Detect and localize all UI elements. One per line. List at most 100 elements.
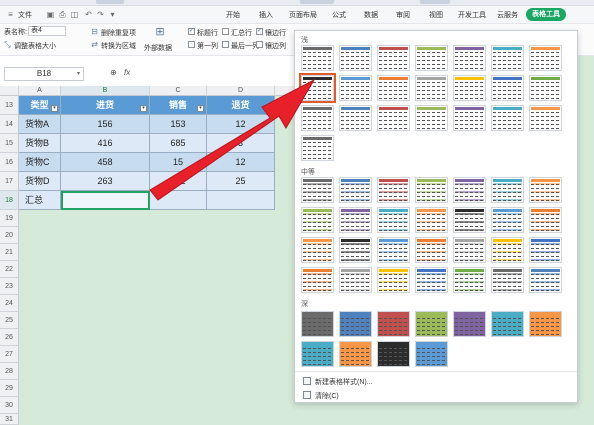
table-style-swatch[interactable] [529,237,562,263]
table-style-swatch[interactable] [339,105,372,131]
table-cell[interactable]: 263 [61,172,150,191]
table-style-swatch[interactable] [301,105,334,131]
external-data-button[interactable]: 外部数据 [144,43,172,53]
table-cell[interactable]: 458 [61,153,150,172]
new-table-style-item[interactable]: 新建表格样式(N)... [303,377,373,387]
filter-dropdown-icon[interactable]: ▾ [140,105,147,112]
tab-formulas[interactable]: 公式 [332,10,346,20]
table-style-swatch[interactable] [529,311,562,337]
table-style-swatch[interactable] [415,311,448,337]
banded-rows-checkbox[interactable]: ✓ [256,28,263,35]
table-style-swatch[interactable] [377,105,410,131]
table-cell[interactable]: 542 [150,172,207,191]
file-menu[interactable]: 文件 [18,10,32,20]
table-style-swatch[interactable] [339,207,372,233]
table-cell[interactable]: 156 [61,115,150,134]
tab-developer[interactable]: 开发工具 [458,10,486,20]
table-style-swatch[interactable] [377,237,410,263]
table-style-swatch[interactable] [453,207,486,233]
table-style-swatch[interactable] [491,207,524,233]
table-style-swatch[interactable] [415,237,448,263]
table-style-swatch[interactable] [415,75,448,101]
table-cell[interactable]: 25 [207,172,275,191]
row-header[interactable]: 28 [0,363,19,380]
table-style-swatch[interactable] [415,177,448,203]
table-style-swatch[interactable] [377,177,410,203]
table-cell[interactable]: 货物D [19,172,61,191]
row-header[interactable]: 29 [0,380,19,397]
preview-icon[interactable]: ◫ [70,10,79,19]
select-all-corner[interactable] [0,86,19,96]
table-style-swatch[interactable] [339,311,372,337]
row-header[interactable]: 20 [0,227,19,244]
table-style-swatch[interactable] [529,105,562,131]
table-cell[interactable] [207,191,275,210]
table-style-swatch[interactable] [415,207,448,233]
remove-duplicates-button[interactable]: 删除重复项 [101,28,136,38]
table-style-swatch[interactable] [415,45,448,71]
table-style-swatch[interactable] [453,105,486,131]
table-style-swatch[interactable] [453,177,486,203]
tab-review[interactable]: 审阅 [396,10,410,20]
row-header[interactable]: 30 [0,397,19,414]
filter-dropdown-icon[interactable]: ▾ [197,105,204,112]
row-header[interactable]: 24 [0,295,19,312]
table-style-swatch[interactable] [415,341,448,367]
table-style-swatch[interactable] [339,267,372,293]
row-header[interactable]: 18 [0,191,19,210]
table-header-cell[interactable]: 退货 [207,96,275,115]
table-style-swatch[interactable] [491,105,524,131]
table-header-cell[interactable]: 销售 ▾ [150,96,207,115]
table-style-swatch[interactable] [301,267,334,293]
tab-page-layout[interactable]: 页面布局 [289,10,317,20]
insert-function-button[interactable]: fx [124,68,130,77]
table-style-swatch[interactable] [339,75,372,101]
table-style-swatch[interactable] [415,267,448,293]
table-style-swatch[interactable] [377,75,410,101]
table-style-swatch[interactable] [377,45,410,71]
table-style-swatch[interactable] [529,177,562,203]
total-row-checkbox[interactable] [222,28,229,35]
last-column-checkbox[interactable] [222,41,229,48]
table-style-swatch[interactable] [453,75,486,101]
table-cell[interactable]: 3 [207,134,275,153]
table-name-input[interactable]: 表4 [28,26,66,36]
table-style-swatch[interactable] [453,237,486,263]
selected-cell[interactable] [61,191,150,210]
table-header-cell[interactable]: 进货 ▾ [61,96,150,115]
resize-table-button[interactable]: 调整表格大小 [14,41,56,51]
clear-style-item[interactable]: 清除(C) [303,391,339,401]
name-box[interactable]: B18 ▾ [4,67,84,81]
external-data-icon[interactable]: ⊞ [153,27,167,40]
menu-icon[interactable]: ≡ [6,10,15,19]
table-cell[interactable]: 货物B [19,134,61,153]
convert-range-icon[interactable]: ⇄ [90,40,99,49]
table-style-swatch[interactable] [299,73,336,103]
row-header[interactable]: 14 [0,115,19,134]
table-style-swatch[interactable] [339,341,372,367]
table-header-cell[interactable]: 类型 ▾ [19,96,61,115]
table-style-swatch[interactable] [301,207,334,233]
table-style-swatch[interactable] [301,311,334,337]
column-header-c[interactable]: C [150,86,207,96]
row-header[interactable]: 13 [0,96,19,115]
filter-dropdown-icon[interactable]: ▾ [51,105,58,112]
column-header-b[interactable]: B [61,86,150,96]
table-cell[interactable]: 15 [150,153,207,172]
table-style-swatch[interactable] [377,341,410,367]
table-cell[interactable]: 货物A [19,115,61,134]
table-cell[interactable]: 12 [207,115,275,134]
column-header-a[interactable]: A [19,86,61,96]
table-style-swatch[interactable] [529,267,562,293]
banded-columns-checkbox[interactable] [256,41,263,48]
table-cell[interactable]: 货物C [19,153,61,172]
save-icon[interactable]: ▣ [46,10,55,19]
row-header[interactable]: 23 [0,278,19,295]
table-style-swatch[interactable] [453,311,486,337]
row-header[interactable]: 15 [0,134,19,153]
tab-home[interactable]: 开始 [226,10,240,20]
first-column-checkbox[interactable] [188,41,195,48]
zoom-icon[interactable]: ⊕ [110,68,117,77]
row-header[interactable]: 21 [0,244,19,261]
row-header[interactable]: 19 [0,210,19,227]
